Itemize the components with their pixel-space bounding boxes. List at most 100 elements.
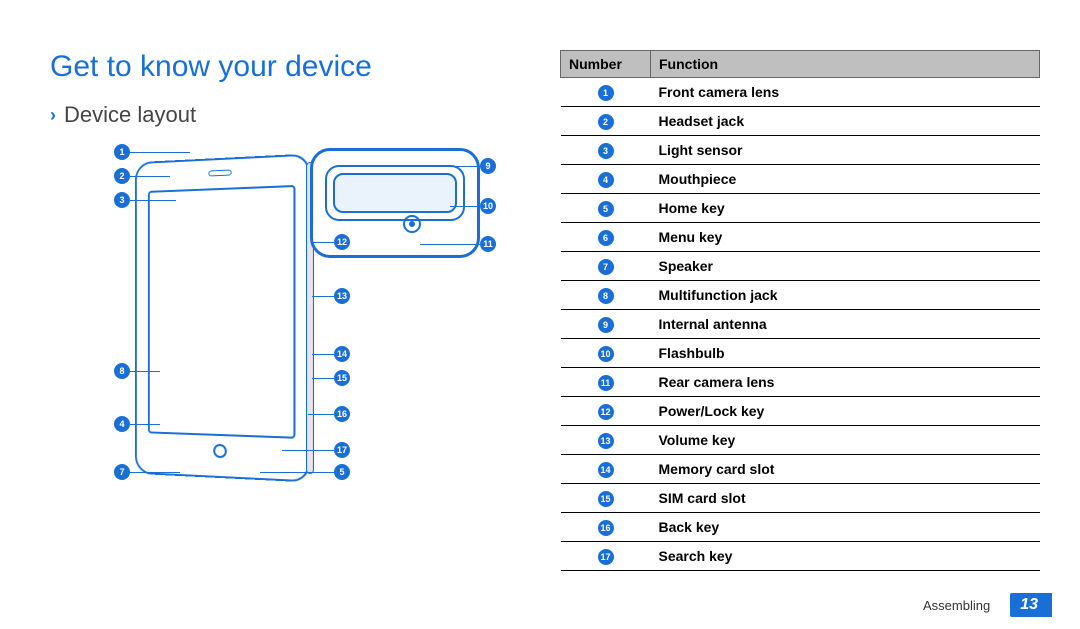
- number-badge-icon: 6: [598, 230, 614, 246]
- table-header-function: Function: [651, 51, 1040, 78]
- table-number-cell: 10: [561, 339, 651, 368]
- table-number-cell: 9: [561, 310, 651, 339]
- table-row: 4Mouthpiece: [561, 165, 1040, 194]
- table-row: 17Search key: [561, 542, 1040, 571]
- page-title: Get to know your device: [50, 50, 550, 84]
- lead-line: [450, 166, 480, 167]
- lead-line: [130, 200, 176, 201]
- number-badge-icon: 17: [598, 549, 614, 565]
- lead-line: [130, 176, 170, 177]
- function-table-body: 1 Front camera lens2Headset jack 3 Light se…: [561, 78, 1040, 571]
- table-row: 8 Multifunction jack: [561, 281, 1040, 310]
- table-number-cell: 12: [561, 397, 651, 426]
- table-function-cell: Light sensor: [651, 136, 1040, 165]
- callout-marker: 3: [114, 192, 130, 208]
- rear-camera-icon: [403, 215, 421, 233]
- callout-marker: 1: [114, 144, 130, 160]
- table-row: 16 Back key: [561, 513, 1040, 542]
- callout-marker: 10: [480, 198, 496, 214]
- number-badge-icon: 13: [598, 433, 614, 449]
- number-badge-icon: 10: [598, 346, 614, 362]
- table-number-cell: 14: [561, 455, 651, 484]
- lead-line: [308, 414, 334, 415]
- callout-marker: 9: [480, 158, 496, 174]
- table-function-cell: Internal antenna: [651, 310, 1040, 339]
- callout-marker: 7: [114, 464, 130, 480]
- lead-line: [130, 152, 190, 153]
- number-badge-icon: 15: [598, 491, 614, 507]
- lead-line: [312, 378, 334, 379]
- table-number-cell: 7: [561, 252, 651, 281]
- lead-line: [260, 472, 334, 473]
- number-badge-icon: 11: [598, 375, 614, 391]
- number-badge-icon: 7: [598, 259, 614, 275]
- lead-line: [130, 424, 160, 425]
- subheading: › Device layout: [50, 102, 550, 128]
- number-badge-icon: 8: [598, 288, 614, 304]
- callout-marker: 17: [334, 442, 350, 458]
- table-row: 11 Rear camera lens: [561, 368, 1040, 397]
- table-row: 2Headset jack: [561, 107, 1040, 136]
- table-function-cell: Back key: [651, 513, 1040, 542]
- table-row: 7 Speaker: [561, 252, 1040, 281]
- table-row: 5 Home key: [561, 194, 1040, 223]
- lead-line: [130, 371, 160, 372]
- home-key-icon: [213, 444, 227, 459]
- table-row: 9 Internal antenna: [561, 310, 1040, 339]
- table-function-cell: Headset jack: [651, 107, 1040, 136]
- table-row: 6 Menu key: [561, 223, 1040, 252]
- table-number-cell: 13: [561, 426, 651, 455]
- table-number-cell: 3: [561, 136, 651, 165]
- table-number-cell: 17: [561, 542, 651, 571]
- table-number-cell: 4: [561, 165, 651, 194]
- page-footer: Assembling 13: [923, 593, 1052, 617]
- number-badge-icon: 5: [598, 201, 614, 217]
- table-number-cell: 6: [561, 223, 651, 252]
- device-layout-diagram: 123847121314151617591011: [50, 138, 490, 518]
- footer-section-label: Assembling: [923, 598, 990, 613]
- footer-page-number: 13: [1010, 593, 1052, 617]
- callout-marker: 15: [334, 370, 350, 386]
- table-row: 14 Memory card slot: [561, 455, 1040, 484]
- number-badge-icon: 14: [598, 462, 614, 478]
- table-header-number: Number: [561, 51, 651, 78]
- number-badge-icon: 3: [598, 143, 614, 159]
- table-row: 12Power/Lock key: [561, 397, 1040, 426]
- number-badge-icon: 16: [598, 520, 614, 536]
- table-number-cell: 1: [561, 78, 651, 107]
- device-screen-outline: [148, 185, 296, 439]
- table-row: 3 Light sensor: [561, 136, 1040, 165]
- callout-marker: 5: [334, 464, 350, 480]
- lead-line: [312, 354, 334, 355]
- callout-marker: 4: [114, 416, 130, 432]
- number-badge-icon: 9: [598, 317, 614, 333]
- table-function-cell: Rear camera lens: [651, 368, 1040, 397]
- front-camera-icon: [208, 169, 231, 176]
- table-function-cell: Front camera lens: [651, 78, 1040, 107]
- table-function-cell: Menu key: [651, 223, 1040, 252]
- callout-marker: 14: [334, 346, 350, 362]
- device-front-outline: [135, 154, 310, 483]
- table-function-cell: Memory card slot: [651, 455, 1040, 484]
- table-function-cell: Speaker: [651, 252, 1040, 281]
- number-badge-icon: 1: [598, 85, 614, 101]
- callout-marker: 8: [114, 363, 130, 379]
- table-row: 1 Front camera lens: [561, 78, 1040, 107]
- table-function-cell: Volume key: [651, 426, 1040, 455]
- callout-marker: 11: [480, 236, 496, 252]
- lead-line: [282, 450, 334, 451]
- table-number-cell: 16: [561, 513, 651, 542]
- table-number-cell: 11: [561, 368, 651, 397]
- table-row: 15SIM card slot: [561, 484, 1040, 513]
- table-row: 10Flashbulb: [561, 339, 1040, 368]
- lead-line: [130, 472, 180, 473]
- table-function-cell: Home key: [651, 194, 1040, 223]
- function-table: Number Function 1 Front camera lens2Heads…: [560, 50, 1040, 571]
- table-row: 13 Volume key: [561, 426, 1040, 455]
- table-function-cell: Multifunction jack: [651, 281, 1040, 310]
- number-badge-icon: 4: [598, 172, 614, 188]
- subheading-text: Device layout: [64, 102, 196, 128]
- table-number-cell: 5: [561, 194, 651, 223]
- lead-line: [420, 244, 480, 245]
- callout-marker: 13: [334, 288, 350, 304]
